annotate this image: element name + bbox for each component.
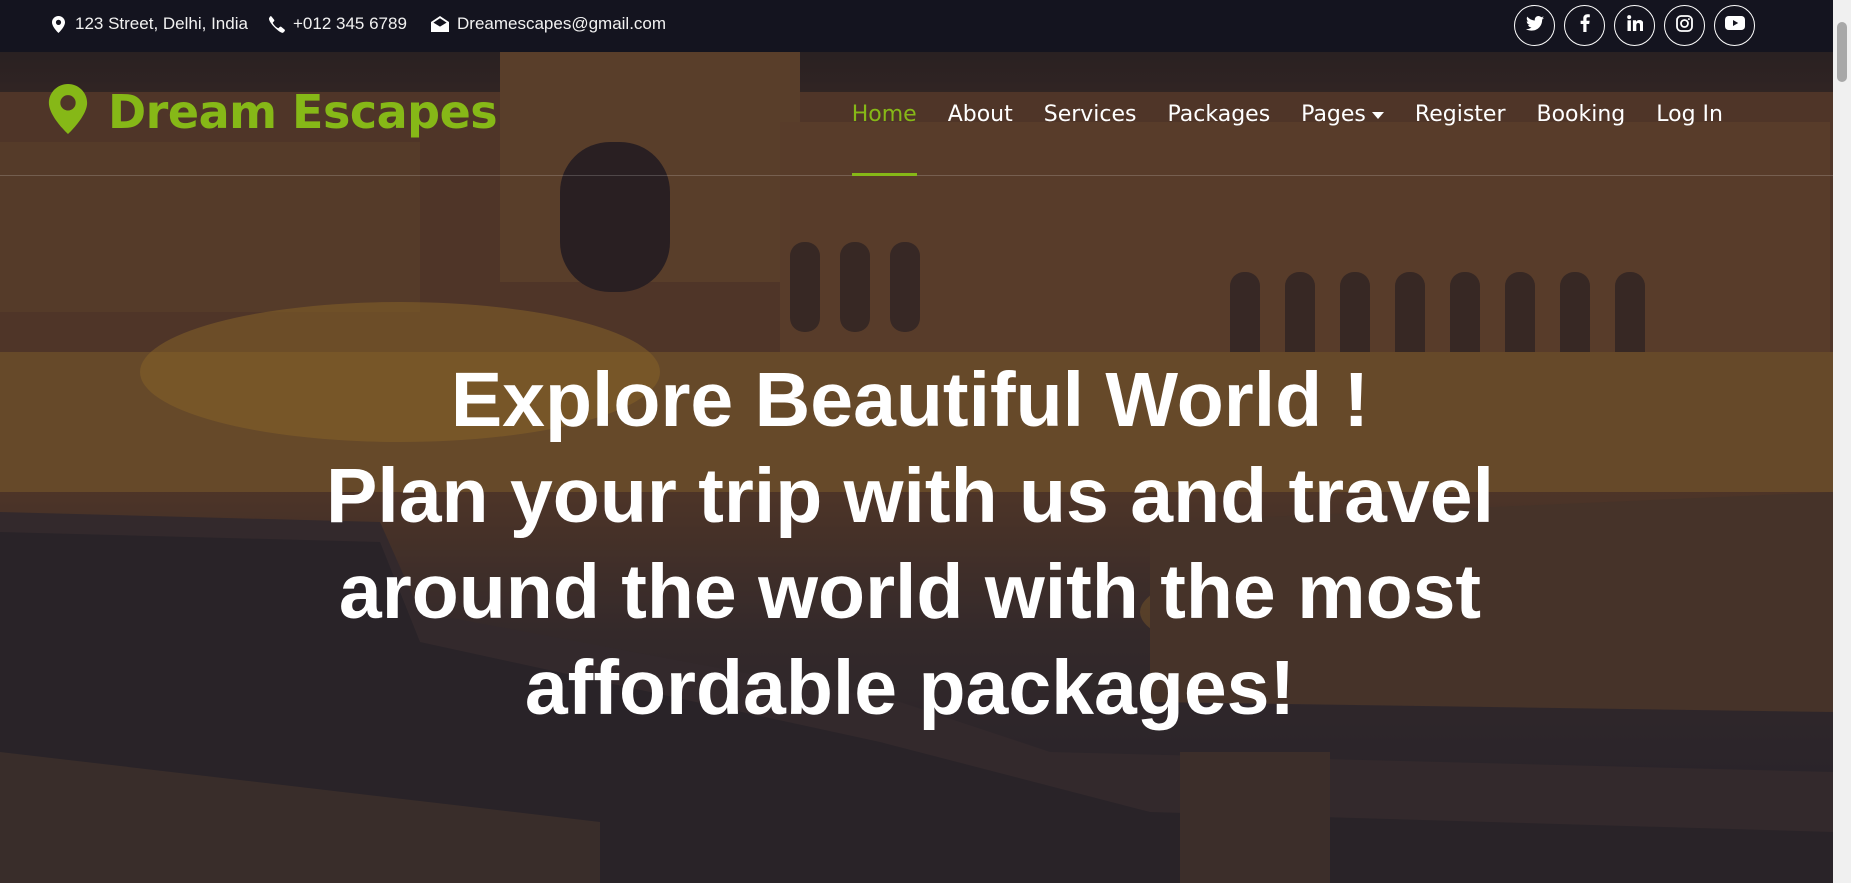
caret-down-icon: [1371, 111, 1384, 119]
email-info: Dreamescapes@gmail.com: [430, 0, 666, 48]
hero-section: Dream Escapes Home About Services Packag…: [0, 52, 1833, 883]
nav-booking[interactable]: Booking: [1536, 52, 1625, 176]
map-marker-icon: [48, 84, 88, 139]
nav-register[interactable]: Register: [1415, 52, 1506, 176]
youtube-link[interactable]: [1714, 5, 1755, 46]
twitter-link[interactable]: [1514, 5, 1555, 46]
nav-register-label: Register: [1414, 101, 1506, 127]
headline-line: around the world with the most: [338, 549, 1482, 635]
linkedin-icon: [1626, 15, 1643, 36]
headline-line: affordable packages!: [524, 645, 1296, 731]
linkedin-link[interactable]: [1614, 5, 1655, 46]
nav-services[interactable]: Services: [1044, 52, 1137, 176]
instagram-icon: [1676, 14, 1693, 37]
top-bar: 123 Street, Delhi, India +012 345 6789 D…: [0, 0, 1833, 52]
nav-menu: Home About Services Packages Pages Regis…: [851, 52, 1723, 176]
headline-line: Explore Beautiful World !: [450, 357, 1370, 443]
brand-name: Dream Escapes: [108, 84, 498, 139]
nav-booking-label: Booking: [1536, 101, 1626, 127]
social-links: [1514, 5, 1755, 46]
page-scrollbar[interactable]: [1833, 0, 1851, 883]
phone-text: +012 345 6789: [293, 14, 407, 33]
facebook-icon: [1580, 14, 1590, 37]
instagram-link[interactable]: [1664, 5, 1705, 46]
nav-login[interactable]: Log In: [1656, 52, 1723, 176]
nav-login-label: Log In: [1656, 101, 1723, 127]
brand-logo[interactable]: Dream Escapes: [48, 84, 498, 139]
facebook-link[interactable]: [1564, 5, 1605, 46]
map-marker-icon: [48, 14, 68, 34]
email-text: Dreamescapes@gmail.com: [457, 14, 667, 33]
nav-home[interactable]: Home: [851, 52, 917, 176]
hero-headline: Explore Beautiful World ! Plan your trip…: [180, 352, 1640, 736]
phone-icon: [266, 14, 286, 34]
nav-pages-label: Pages: [1301, 101, 1366, 127]
address-info: 123 Street, Delhi, India: [48, 0, 248, 48]
nav-packages[interactable]: Packages: [1168, 52, 1271, 176]
main-navbar: Dream Escapes Home About Services Packag…: [0, 52, 1833, 176]
address-text: 123 Street, Delhi, India: [75, 14, 248, 33]
nav-packages-label: Packages: [1167, 101, 1271, 127]
nav-pages-dropdown[interactable]: Pages: [1301, 52, 1384, 176]
nav-about-label: About: [947, 101, 1013, 127]
nav-services-label: Services: [1043, 101, 1137, 127]
phone-info: +012 345 6789: [266, 0, 407, 48]
envelope-open-icon: [430, 14, 450, 34]
headline-line: Plan your trip with us and travel: [325, 453, 1495, 539]
twitter-icon: [1525, 15, 1544, 36]
scrollbar-thumb[interactable]: [1837, 22, 1847, 82]
nav-about[interactable]: About: [948, 52, 1013, 176]
nav-home-label: Home: [851, 101, 917, 127]
youtube-icon: [1724, 16, 1745, 35]
